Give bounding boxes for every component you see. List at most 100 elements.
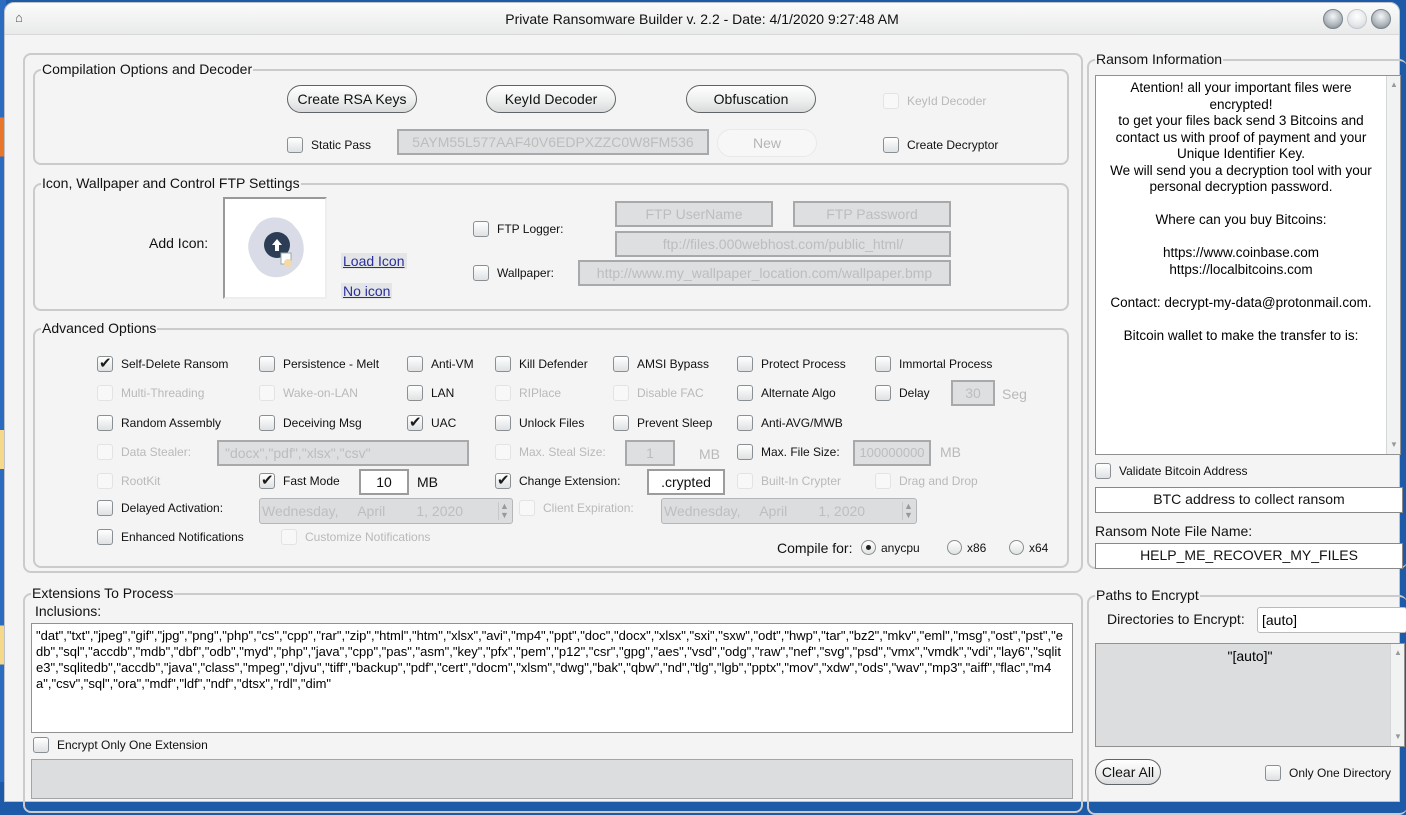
riplace-checkbox[interactable]: RIPlace (495, 385, 561, 401)
builtin-crypter-checkbox[interactable]: Built-In Crypter (737, 473, 841, 489)
max-file-size-checkbox[interactable]: Max. File Size: (737, 444, 840, 460)
btc-address-field[interactable]: BTC address to collect ransom (1095, 487, 1403, 513)
obfuscation-button[interactable]: Obfuscation (686, 85, 816, 113)
max-file-size-field[interactable]: 100000000 (853, 440, 931, 466)
fast-mode-size-field[interactable]: 10 (359, 469, 409, 495)
exclusions-box[interactable] (31, 759, 1073, 799)
checkbox-box (519, 500, 535, 516)
fast-mode-checkbox[interactable]: Fast Mode (259, 471, 340, 489)
lan-checkbox[interactable]: LAN (407, 385, 454, 401)
data-stealer-field[interactable]: "docx","pdf","xlsx","csv" (217, 440, 469, 466)
checkbox-box (259, 356, 275, 372)
change-extension-checkbox[interactable]: Change Extension: (495, 471, 620, 489)
validate-btc-checkbox[interactable]: Validate Bitcoin Address (1095, 463, 1248, 479)
disable-fac-checkbox[interactable]: Disable FAC (613, 385, 704, 401)
spinner-icon[interactable]: ▲ ▼ (902, 502, 914, 520)
checkbox-label: Anti-AVG/MWB (761, 416, 843, 430)
delayed-activation-datepicker[interactable]: Wednesday, April 1, 2020 ▲ ▼ (259, 498, 513, 524)
ransom-note-textarea[interactable]: Atention! all your important files were … (1095, 75, 1401, 455)
ftp-url-field[interactable]: ftp://files.000webhost.com/public_html/ (615, 231, 951, 257)
checkbox-label: Client Expiration: (543, 501, 634, 515)
random-assembly-checkbox[interactable]: Random Assembly (97, 415, 221, 431)
static-pass-checkbox[interactable]: Static Pass (287, 137, 371, 153)
keyid-decoder-checkbox[interactable]: KeyId Decoder (883, 93, 986, 109)
keyid-decoder-button[interactable]: KeyId Decoder (486, 85, 616, 113)
compile-anycpu-radio[interactable]: anycpu (861, 540, 920, 555)
kill-defender-checkbox[interactable]: Kill Defender (495, 356, 588, 372)
ftp-username-field[interactable]: FTP UserName (615, 201, 773, 227)
minimize-icon[interactable] (1323, 9, 1343, 29)
no-icon-link[interactable]: No icon (341, 283, 393, 299)
wake-on-lan-checkbox[interactable]: Wake-on-LAN (259, 385, 358, 401)
note-scrollbar[interactable]: ▲ ▼ (1386, 76, 1400, 454)
directories-label: Directories to Encrypt: (1107, 611, 1245, 627)
static-pass-field[interactable]: 5AYM55L577AAF40V6EDPXZZC0W8FM536 (397, 129, 709, 155)
directories-list[interactable]: "[auto]" ▲ ▼ (1095, 643, 1405, 747)
compile-for-label: Compile for: (777, 540, 853, 556)
ftp-logger-checkbox[interactable]: FTP Logger: (473, 221, 563, 237)
self-delete-checkbox[interactable]: Self-Delete Ransom (97, 354, 228, 372)
new-password-button[interactable]: New (717, 129, 817, 157)
anti-av-checkbox[interactable]: Anti-AVG/MWB (737, 415, 843, 431)
data-stealer-checkbox[interactable]: Data Stealer: (97, 444, 191, 460)
checkbox-box (737, 385, 753, 401)
deceiving-msg-checkbox[interactable]: Deceiving Msg (259, 415, 362, 431)
scroll-down-icon[interactable]: ▼ (1388, 438, 1400, 452)
amsi-bypass-checkbox[interactable]: AMSI Bypass (613, 356, 709, 372)
persistence-checkbox[interactable]: Persistence - Melt (259, 356, 379, 372)
date-month: April (759, 503, 788, 519)
checkbox-label: Protect Process (761, 357, 846, 371)
drag-drop-checkbox[interactable]: Drag and Drop (875, 473, 978, 489)
max-steal-size-checkbox[interactable]: Max. Steal Size: (495, 444, 606, 460)
paths-scrollbar[interactable]: ▲ ▼ (1390, 644, 1404, 746)
anti-vm-checkbox[interactable]: Anti-VM (407, 356, 474, 372)
spinner-icon[interactable]: ▲ ▼ (498, 502, 510, 520)
title-bar[interactable]: ⌂ Private Ransomware Builder v. 2.2 - Da… (5, 3, 1399, 35)
prevent-sleep-checkbox[interactable]: Prevent Sleep (613, 415, 712, 431)
protect-process-checkbox[interactable]: Protect Process (737, 356, 846, 372)
create-rsa-keys-button[interactable]: Create RSA Keys (287, 85, 417, 113)
inclusions-textarea[interactable]: "dat","txt","jpeg","gif","jpg","png","ph… (31, 623, 1073, 733)
ftp-password-field[interactable]: FTP Password (793, 201, 951, 227)
note-filename-field[interactable]: HELP_ME_RECOVER_MY_FILES (1095, 543, 1403, 569)
radio-dot (1009, 540, 1024, 555)
icon-preview[interactable] (223, 197, 327, 299)
close-icon[interactable] (1371, 9, 1391, 29)
max-steal-size-field[interactable]: 1 (625, 440, 675, 466)
note-line: We will send you a decryption tool with … (1110, 162, 1372, 178)
directories-dropdown[interactable]: [auto] (1257, 607, 1406, 633)
client-expiration-datepicker[interactable]: Wednesday, April 1, 2020 ▲ ▼ (661, 498, 917, 524)
maximize-icon[interactable] (1347, 9, 1367, 29)
radio-dot (861, 540, 876, 555)
enhanced-notifications-checkbox[interactable]: Enhanced Notifications (97, 529, 244, 545)
uac-checkbox[interactable]: UAC (407, 413, 456, 431)
encrypt-one-extension-checkbox[interactable]: Encrypt Only One Extension (33, 737, 208, 753)
load-icon-link[interactable]: Load Icon (341, 253, 407, 269)
delayed-activation-checkbox[interactable]: Delayed Activation: (97, 500, 223, 516)
note-line: Contact: decrypt-my-data@protonmail.com. (1110, 294, 1372, 310)
extension-field[interactable]: .crypted (647, 469, 725, 495)
only-one-directory-checkbox[interactable]: Only One Directory (1265, 765, 1391, 781)
scroll-up-icon[interactable]: ▲ (1392, 646, 1404, 660)
rootkit-checkbox[interactable]: RootKit (97, 473, 160, 489)
wallpaper-checkbox[interactable]: Wallpaper: (473, 265, 554, 281)
delay-value-field[interactable]: 30 (951, 380, 995, 406)
wallpaper-url-field[interactable]: http://www.my_wallpaper_location.com/wal… (578, 260, 951, 286)
create-decryptor-checkbox[interactable]: Create Decryptor (883, 137, 998, 153)
alternate-algo-checkbox[interactable]: Alternate Algo (737, 385, 836, 401)
compile-x86-radio[interactable]: x86 (947, 540, 986, 555)
multi-threading-checkbox[interactable]: Multi-Threading (97, 385, 204, 401)
compile-x64-radio[interactable]: x64 (1009, 540, 1048, 555)
scroll-up-icon[interactable]: ▲ (1388, 78, 1400, 92)
note-line: https://www.coinbase.com (1162, 245, 1320, 260)
delay-checkbox[interactable]: Delay (875, 385, 930, 401)
note-line: Atention! all your important files were … (1130, 80, 1352, 112)
customize-notifications-checkbox[interactable]: Customize Notifications (281, 529, 430, 545)
directory-item[interactable]: "[auto]" (1096, 644, 1404, 664)
checkmark-icon (495, 471, 511, 489)
immortal-process-checkbox[interactable]: Immortal Process (875, 356, 992, 372)
clear-all-button[interactable]: Clear All (1095, 759, 1161, 785)
unlock-files-checkbox[interactable]: Unlock Files (495, 415, 584, 431)
client-expiration-checkbox[interactable]: Client Expiration: (519, 500, 634, 516)
scroll-down-icon[interactable]: ▼ (1392, 730, 1404, 744)
